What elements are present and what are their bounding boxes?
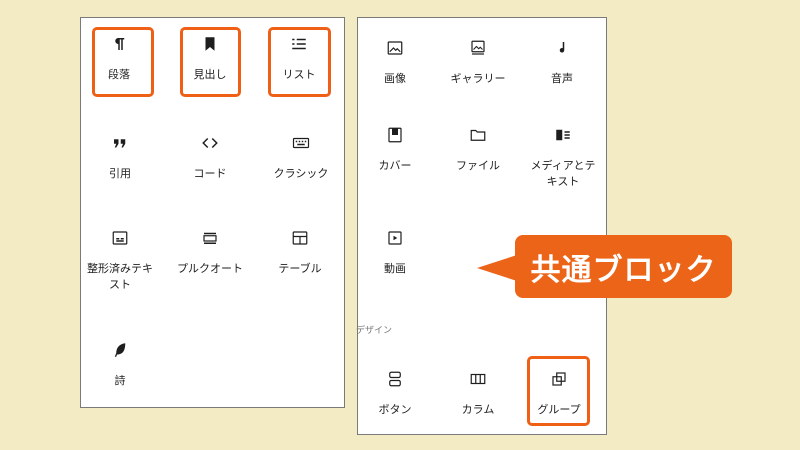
media-text-icon — [553, 125, 573, 145]
code-icon — [200, 133, 220, 153]
block-classic[interactable]: クラシック — [266, 133, 336, 182]
block-audio[interactable]: 音声 — [542, 38, 582, 87]
pullquote-icon — [200, 228, 220, 248]
block-label: プルクオート — [177, 262, 243, 275]
keyboard-icon — [291, 133, 311, 153]
block-label: 音声 — [551, 72, 573, 85]
block-label: ボタン — [378, 403, 412, 416]
highlight-list — [268, 27, 331, 97]
video-icon — [385, 228, 405, 248]
block-label: 引用 — [109, 167, 131, 180]
preformatted-icon — [110, 228, 130, 248]
folder-icon — [468, 125, 488, 145]
cover-icon — [385, 125, 405, 145]
block-quote[interactable]: 引用 — [92, 133, 148, 182]
block-gallery[interactable]: ギャラリー — [448, 38, 508, 87]
block-label: 整形済みテキスト — [87, 262, 153, 291]
columns-icon — [468, 369, 488, 389]
block-verse[interactable]: 詩 — [100, 340, 140, 389]
block-label: カラム — [461, 403, 495, 416]
table-icon — [290, 228, 310, 248]
callout-pointer — [477, 255, 517, 281]
gallery-icon — [468, 38, 488, 58]
block-pullquote[interactable]: プルクオート — [172, 228, 248, 277]
block-label: メディアとテキスト — [530, 159, 596, 188]
block-columns[interactable]: カラム — [456, 369, 500, 418]
feather-icon — [110, 340, 130, 360]
block-label: ファイル — [456, 159, 500, 172]
block-label: ギャラリー — [450, 72, 506, 85]
block-label: 詩 — [114, 374, 126, 387]
image-icon — [385, 38, 405, 58]
block-cover[interactable]: カバー — [369, 125, 421, 174]
block-video[interactable]: 動画 — [375, 228, 415, 277]
block-buttons[interactable]: ボタン — [375, 369, 415, 418]
block-label: カバー — [378, 159, 412, 172]
highlight-heading — [180, 27, 241, 97]
block-file[interactable]: ファイル — [450, 125, 506, 174]
block-label: 動画 — [384, 262, 406, 275]
block-label: クラシック — [273, 167, 329, 180]
callout-common-blocks: 共通ブロック — [515, 235, 732, 298]
block-code[interactable]: コード — [178, 133, 242, 182]
block-label: 画像 — [384, 72, 406, 85]
block-label: コード — [193, 167, 227, 180]
block-image[interactable]: 画像 — [375, 38, 415, 87]
audio-icon — [552, 38, 572, 58]
buttons-icon — [385, 369, 405, 389]
section-label-design: デザイン — [356, 326, 393, 336]
block-media-text[interactable]: メディアとテキスト — [528, 125, 598, 190]
highlight-paragraph — [92, 27, 154, 97]
block-preformatted[interactable]: 整形済みテキスト — [84, 228, 156, 293]
highlight-group — [527, 356, 590, 426]
block-label: テーブル — [278, 262, 322, 275]
block-table[interactable]: テーブル — [268, 228, 332, 277]
quote-icon — [110, 133, 130, 153]
